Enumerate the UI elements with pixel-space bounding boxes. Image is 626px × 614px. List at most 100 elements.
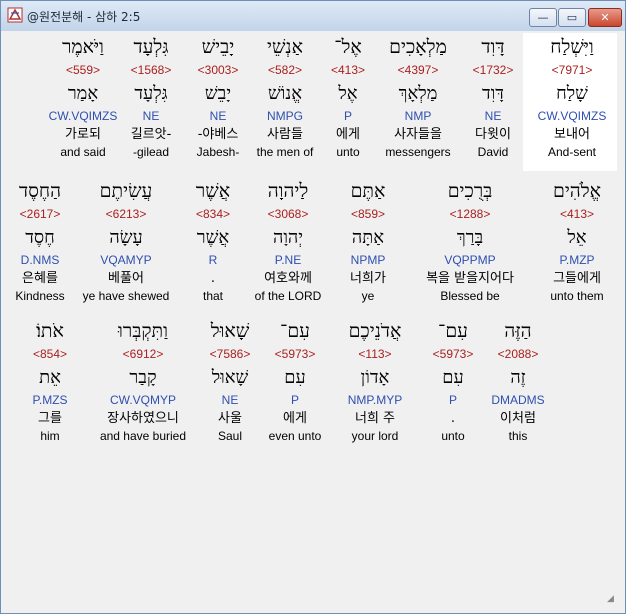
word-column[interactable]: וַיֹּאמֶר <559> אָמַר CW.VQIMZS 가로되 and said [48,34,118,161]
word-lemma: עִם [284,367,306,388]
word-strong[interactable]: <7586> [210,345,251,363]
word-heb: אֲדֹנֵיכֶם [348,320,402,342]
word-kor: 여호와께 [264,271,312,286]
word-lemma: חֶסֶד [25,227,55,248]
word-column[interactable]: דָּוִד <1732> דָּוִד NE 다윗이 David [461,34,525,161]
word-strong[interactable]: <859> [351,205,385,223]
word-parse: VQPPMP [444,253,496,267]
word-strong[interactable]: <3003> [198,61,239,79]
word-lemma: אֵל [567,227,587,248]
word-kor: 장사하였으니 [107,411,179,426]
word-strong[interactable]: <413> [331,61,365,79]
word-strong[interactable]: <413> [560,205,594,223]
word-eng: even unto [268,429,322,443]
word-parse: VQAMYP [100,253,152,267]
word-heb: בְּרֻכִים [447,180,493,202]
word-strong[interactable]: <6213> [106,205,147,223]
interlinear-row-1: וַיִּשְׁלַח <7971> שָׁלַח CW.VQIMZS 보내어 And-s… [7,34,619,161]
word-column[interactable]: וַתִּקְבְּרוּ <6912> קָבַר CW.VQMYP 장사하였으니 an… [91,318,195,445]
word-parse: R [208,253,218,267]
word-heb: גִּלְעָד [133,36,169,58]
word-column[interactable]: מַלְאָכִים <4397> מַלְאָךְ NMP 사자들을 messenger… [375,34,461,161]
word-column[interactable]: אֹתוֹ׃ <854> אֵת P.MZS 그를 him [9,318,91,445]
word-strong[interactable]: <3068> [268,205,309,223]
word-strong[interactable]: <854> [33,345,67,363]
word-eng: this [508,429,528,443]
word-strong[interactable]: <2617> [20,205,61,223]
word-column[interactable]: לַיהוָה <3068> יְהוָה P.NE 여호와께 of the LORD [245,178,331,305]
word-lemma: קָבַר [129,367,157,388]
word-column[interactable]: הַחֶסֶד <2617> חֶסֶד D.NMS 은혜를 Kindness [9,178,71,305]
word-strong[interactable]: <582> [268,61,302,79]
word-eng: Jabesh- [196,145,240,159]
word-column[interactable]: עִם־ <5973> עִם P 에게 even unto [265,318,325,445]
word-kor: 다윗이 [475,127,511,142]
word-heb: מַלְאָכִים [389,36,447,58]
word-strong[interactable]: <834> [196,205,230,223]
word-column[interactable]: אַתֶּם <859> אַתָּה NPMP 너희가 ye [331,178,405,305]
word-strong[interactable]: <5973> [433,345,474,363]
word-strong[interactable]: <6912> [123,345,164,363]
word-heb: וַתִּקְבְּרוּ [118,320,168,342]
word-heb: וַיִּשְׁלַח [550,36,594,58]
word-lemma: יְהוָה [272,227,304,248]
word-column[interactable]: יָבֵישׁ <3003> יָבֵשׁ NE -야베스 Jabesh- [187,34,249,161]
word-parse: P [343,109,352,123]
word-column[interactable]: הַזֶּה <2088> זֶה DMADMS 이처럼 this [481,318,555,445]
word-strong[interactable]: <4397> [398,61,439,79]
word-lemma: אֱנוֹשׁ [267,83,302,104]
word-eng: and said [60,145,106,159]
title-bar[interactable]: @원전분해 - 삼하 2:5 — ▭ ✕ [1,1,625,31]
word-strong[interactable]: <2088> [498,345,539,363]
word-kor: . [210,271,216,286]
word-lemma: אָדוֹן [360,367,390,388]
word-column[interactable]: אַנְשֵׁי <582> אֱנוֹשׁ NMPG 사람들 the men of [249,34,321,161]
word-lemma: עָשָׂה [109,227,143,248]
word-eng: Kindness [15,289,65,303]
word-eng: him [40,429,60,443]
minimize-icon: — [537,11,549,24]
word-parse: NE [209,109,227,123]
word-heb: אֶל־ [334,36,362,58]
resize-grip-icon[interactable]: ◢ [607,594,617,604]
word-strong[interactable]: <1568> [131,61,172,79]
close-button[interactable]: ✕ [588,8,622,27]
word-kor: 베풀어 [108,271,144,286]
word-column[interactable]: בְּרֻכִים <1288> בָּרַךְ VQPPMP 복을 받을지어다 Bles… [405,178,535,305]
word-heb: יָבֵישׁ [201,36,235,58]
word-strong[interactable]: <5973> [275,345,316,363]
word-lemma: יָבֵשׁ [204,83,232,104]
word-column[interactable]: גִּלְעָד <1568> גִּלְעָד NE 길르앗- -gilead [115,34,187,161]
word-strong[interactable]: <113> [358,345,391,363]
word-eng: of the LORD [254,289,322,303]
word-kor: 복을 받을지어다 [426,271,514,286]
word-lemma: אַתָּה [351,227,385,248]
word-parse: P.MZP [559,253,595,267]
word-strong[interactable]: <1288> [450,205,491,223]
word-column[interactable]: אֱלֹהִים <413> אֵל P.MZP 그들에게 unto them [535,178,619,305]
word-column[interactable]: עִם־ <5973> עִם P. unto [425,318,481,445]
word-heb: הַחֶסֶד [18,180,62,202]
word-heb: אַתֶּם [350,180,386,202]
word-lemma: זֶה [510,367,526,388]
word-parse: NMP.MYP [347,393,403,407]
maximize-button[interactable]: ▭ [558,8,586,27]
word-lemma: שָׁאוּל [211,367,249,388]
word-eng: ye [361,289,375,303]
word-strong[interactable]: <7971> [552,61,593,79]
word-parse: CW.VQIMZS [48,109,118,123]
word-column[interactable]: שָׁאוּל <7586> שָׁאוּל NE 사울 Saul [195,318,265,445]
word-column[interactable]: אֲשֶׁר <834> אֲשֶׁר R. that [181,178,245,305]
word-eng: ye have shewed [82,289,170,303]
word-column[interactable]: עֲשִׂיתֶם <6213> עָשָׂה VQAMYP 베풀어 ye have sh… [71,178,181,305]
word-kor: 에게 [336,127,360,142]
word-column[interactable]: אֲדֹנֵיכֶם <113> אָדוֹן NMP.MYP 너희 주 your lor… [325,318,425,445]
word-eng: -gilead [132,145,170,159]
word-strong[interactable]: <559> [66,61,100,79]
word-column[interactable]: וַיִּשְׁלַח <7971> שָׁלַח CW.VQIMZS 보내어 And-s… [525,34,619,161]
word-strong[interactable]: <1732> [473,61,514,79]
minimize-button[interactable]: — [529,8,557,27]
window-title: @원전분해 - 삼하 2:5 [27,10,141,24]
word-parse: NMP [404,109,432,123]
word-column[interactable]: אֶל־ <413> אֶל P 에게 unto [321,34,375,161]
